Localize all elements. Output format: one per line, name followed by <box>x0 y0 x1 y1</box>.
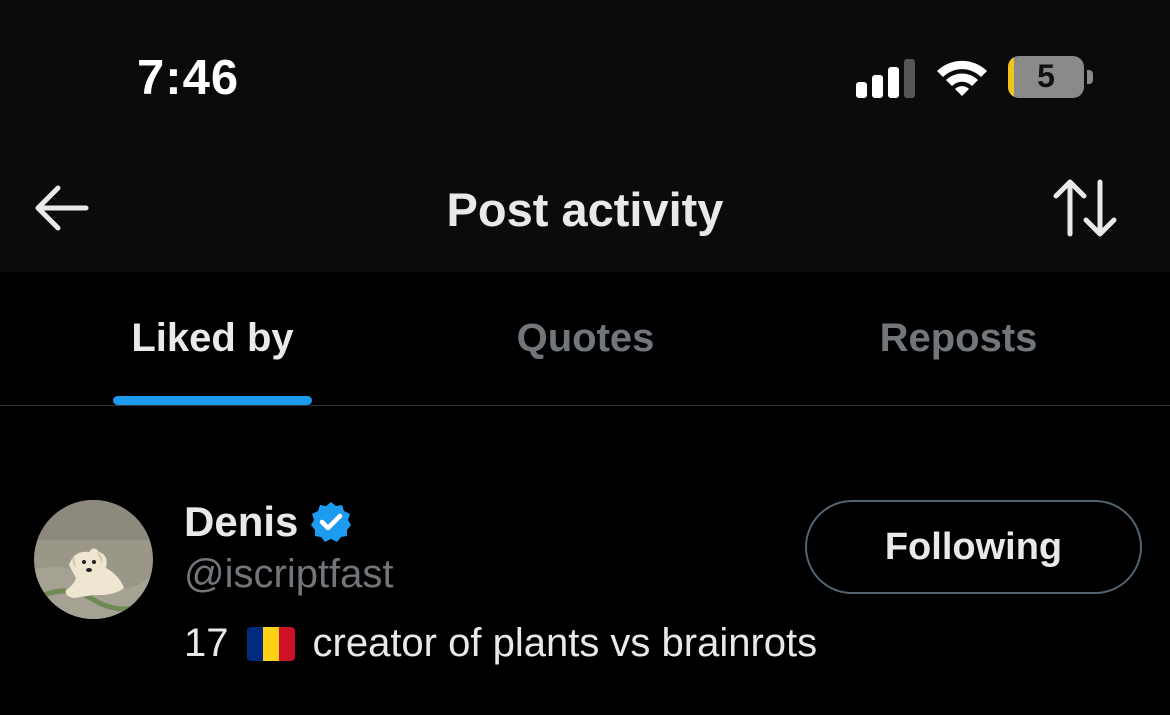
list-item[interactable]: Denis @iscriptfast 17 creator of plants … <box>0 406 1170 715</box>
tab-liked-by[interactable]: Liked by <box>40 272 385 405</box>
activity-tabs: Liked by Quotes Reposts <box>0 272 1170 406</box>
cellular-signal-icon <box>856 59 915 98</box>
active-tab-indicator <box>113 396 312 405</box>
battery-level: 5 <box>1037 58 1055 94</box>
tab-quotes[interactable]: Quotes <box>413 272 758 405</box>
sort-arrows-icon[interactable] <box>1050 176 1122 240</box>
battery-icon: 5 <box>1008 56 1093 100</box>
bio-prefix: 17 <box>184 621 229 665</box>
status-bar: 7:46 5 <box>0 0 1170 150</box>
user-name[interactable]: Denis <box>184 498 298 546</box>
flag-romania-icon <box>246 626 295 661</box>
user-bio: 17 creator of plants vs brainrots <box>184 621 817 666</box>
bio-text: creator of plants vs brainrots <box>312 621 818 665</box>
wifi-icon <box>937 60 987 96</box>
verified-badge-icon[interactable] <box>310 501 352 543</box>
user-handle: @iscriptfast <box>184 552 394 596</box>
status-time: 7:46 <box>137 51 240 105</box>
page-title: Post activity <box>446 183 724 236</box>
header: Post activity <box>0 150 1170 272</box>
user-name-line: Denis <box>184 498 352 546</box>
tab-reposts[interactable]: Reposts <box>786 272 1131 405</box>
following-button[interactable]: Following <box>805 500 1142 594</box>
avatar[interactable] <box>34 500 153 619</box>
